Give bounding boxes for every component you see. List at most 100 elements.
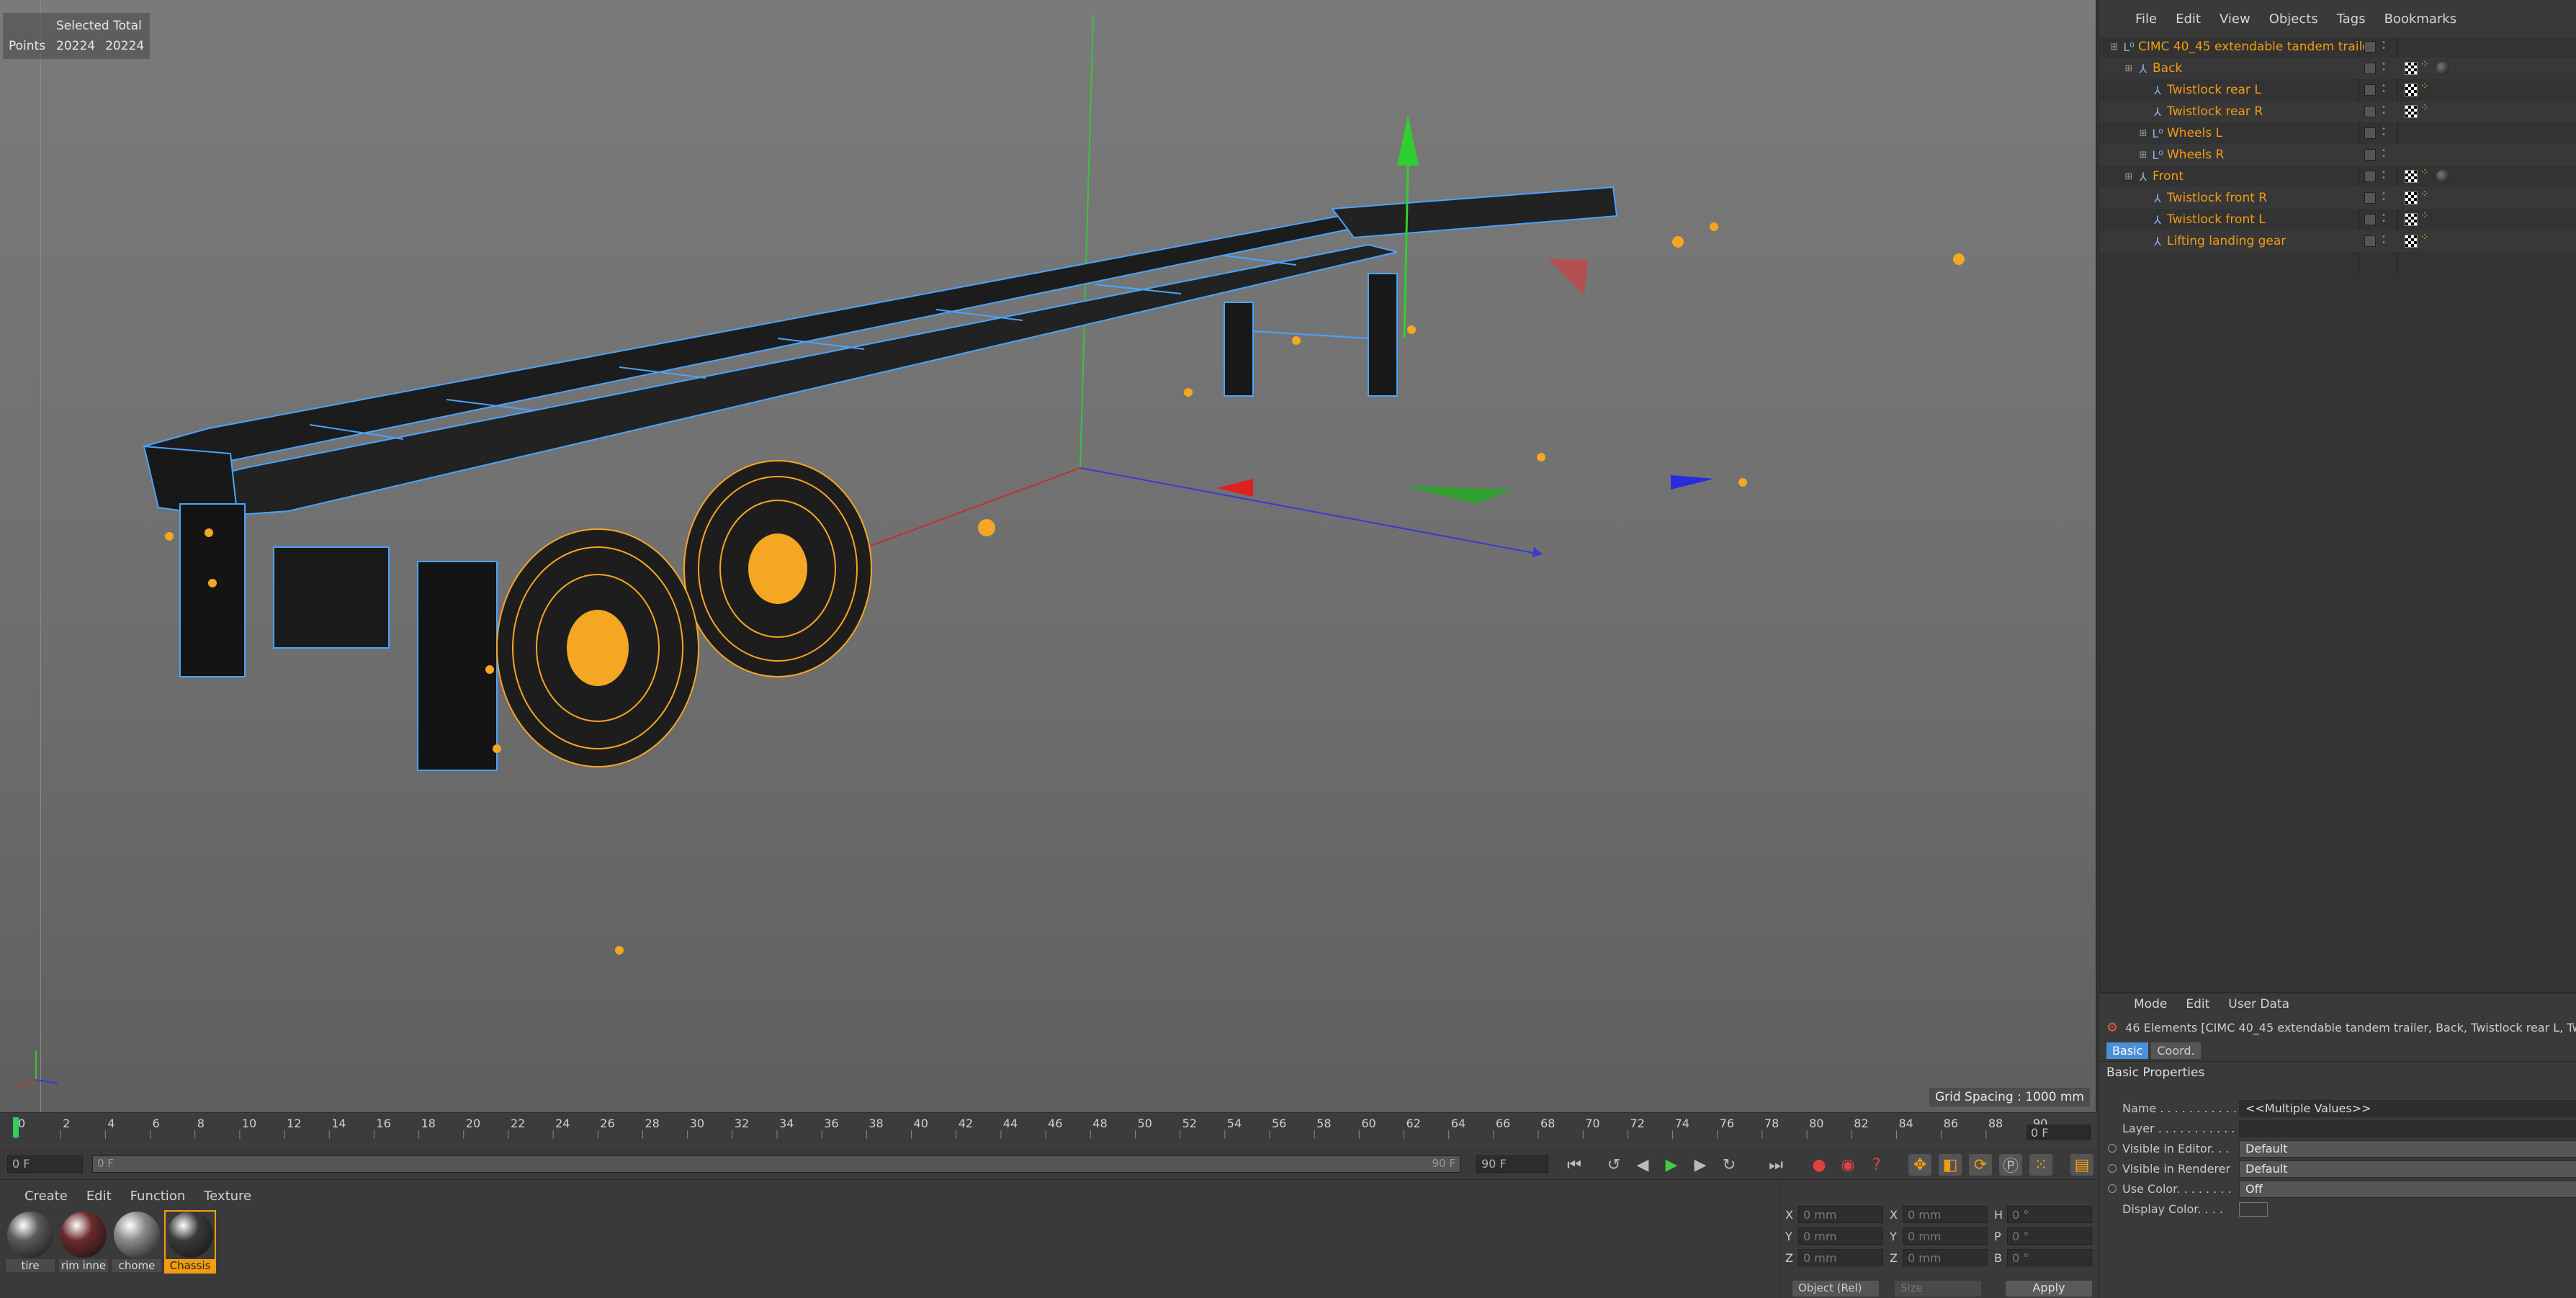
animate-radio[interactable] [2108,1184,2117,1193]
material-swatch[interactable]: Chassis [164,1210,216,1274]
expand-toggle-icon[interactable]: ⊞ [2122,170,2135,183]
texture-tag-icon[interactable] [2405,62,2418,75]
texture-tag-icon[interactable] [2405,213,2418,226]
coordinate-field[interactable]: 0 ° [2007,1227,2092,1245]
coordinate-size-dropdown[interactable]: Size [1895,1281,1981,1297]
parameter-key-icon[interactable]: Ⓟ [1999,1154,2022,1176]
prev-frame-icon[interactable]: ◀ [1631,1154,1654,1176]
coordinate-field[interactable]: 0 mm [1798,1227,1883,1245]
tab-coord[interactable]: Coord. [2151,1042,2201,1059]
next-frame-icon[interactable]: ▶ [1689,1154,1712,1176]
object-row[interactable]: ⊞ L⁰ CIMC 40_45 extendable tandem trailer •… [2099,36,2576,58]
coordinate-field[interactable]: 0 ° [2007,1206,2092,1223]
expand-toggle-icon[interactable] [2137,191,2150,204]
visibility-dots-icon[interactable]: • • [2382,234,2386,247]
timeline-ruler[interactable]: 0 2 4 6 8 10 12 14 16 18 20 22 24 26 28 30 32 34 36 38 40 42 4… [0,1113,2097,1139]
go-to-start-icon[interactable]: ⏮ [1563,1154,1586,1176]
menu-bookmarks[interactable]: Bookmarks [2384,12,2457,27]
layer-box-icon[interactable] [2364,41,2376,53]
object-row[interactable]: ⊞ L⁰ Wheels R • • [2099,144,2576,166]
material-tag-icon[interactable] [2436,62,2449,75]
phong-tag-icon[interactable]: ⁘ [2420,102,2433,115]
object-row[interactable]: ⊞ ⅄ Front • • ⁘ [2099,166,2576,187]
menu-objects[interactable]: Objects [2269,12,2318,27]
phong-tag-icon[interactable]: ⁘ [2420,232,2433,245]
phong-tag-icon[interactable]: ⁘ [2420,189,2433,202]
keyframe-selection-icon[interactable]: ? [1865,1154,1888,1176]
expand-toggle-icon[interactable] [2137,213,2150,226]
tab-basic[interactable]: Basic [2106,1042,2149,1059]
expand-toggle-icon[interactable]: ⊞ [2108,40,2121,53]
material-swatch[interactable]: chome [112,1212,161,1272]
frame-range-slider[interactable]: 0 F 90 F [92,1155,1460,1173]
phong-tag-icon[interactable]: ⁘ [2420,59,2433,72]
visibility-dots-icon[interactable]: • • [2382,104,2386,117]
layer-field[interactable] [2239,1120,2576,1137]
prev-key-icon[interactable]: ↺ [1602,1154,1625,1176]
scene-canvas[interactable] [0,0,2097,1112]
object-row[interactable]: ⅄ Twistlock rear L • • ⁘ [2099,79,2576,101]
expand-toggle-icon[interactable]: ⊞ [2137,148,2150,161]
object-row[interactable]: ⅄ Lifting landing gear • • ⁘ [2099,230,2576,252]
expand-toggle-icon[interactable] [2137,235,2150,248]
object-row[interactable]: ⊞ ⅄ Back • • ⁘ [2099,58,2576,79]
visible-in-editor-dropdown[interactable]: Default [2239,1140,2576,1158]
visible-in-renderer-dropdown[interactable]: Default [2239,1160,2576,1178]
object-row[interactable]: ⅄ Twistlock rear R • • ⁘ [2099,101,2576,122]
visibility-dots-icon[interactable]: • • [2382,40,2386,53]
timeline-window-icon[interactable]: ▤ [2070,1154,2093,1176]
menu-edit[interactable]: Edit [86,1189,112,1204]
visibility-dots-icon[interactable]: • • [2382,212,2386,225]
layer-box-icon[interactable] [2364,235,2376,247]
layer-box-icon[interactable] [2364,192,2376,204]
visibility-dots-icon[interactable]: • • [2382,83,2386,96]
phong-tag-icon[interactable]: ⁘ [2420,167,2433,180]
move-key-icon[interactable]: ✥ [1908,1154,1931,1176]
texture-tag-icon[interactable] [2405,235,2418,248]
texture-tag-icon[interactable] [2405,191,2418,204]
layer-box-icon[interactable] [2364,84,2376,96]
coordinate-field[interactable]: 0 ° [2007,1249,2092,1266]
phong-tag-icon[interactable]: ⁘ [2420,81,2433,94]
start-frame-field[interactable]: 0 F [7,1155,83,1173]
coordinate-field[interactable]: 0 mm [1798,1249,1883,1266]
timeline[interactable]: 0 2 4 6 8 10 12 14 16 18 20 22 24 26 28 30 32 34 36 38 40 42 4… [0,1112,2097,1150]
expand-toggle-icon[interactable] [2137,105,2150,118]
apply-button[interactable]: Apply [2006,1281,2092,1297]
phong-tag-icon[interactable]: ⁘ [2420,210,2433,223]
menu-mode[interactable]: Mode [2134,997,2167,1011]
end-frame-field[interactable]: 90 F [1476,1155,1548,1173]
coordinate-field[interactable]: 0 mm [1903,1249,1988,1266]
texture-tag-icon[interactable] [2405,105,2418,118]
expand-toggle-icon[interactable] [2137,84,2150,96]
autokey-icon[interactable]: ◉ [1836,1154,1859,1176]
scale-key-icon[interactable]: ◧ [1939,1154,1962,1176]
visibility-dots-icon[interactable]: • • [2382,61,2386,74]
coordinate-field[interactable]: 0 mm [1903,1206,1988,1223]
visibility-dots-icon[interactable]: • • [2382,169,2386,182]
viewport-perspective[interactable]: Selected Total Points 20224 20224 Grid S… [0,0,2097,1112]
texture-tag-icon[interactable] [2405,84,2418,96]
visibility-dots-icon[interactable]: • • [2382,126,2386,139]
menu-tags[interactable]: Tags [2337,12,2366,27]
menu-create[interactable]: Create [24,1189,68,1204]
menu-file[interactable]: File [2135,12,2157,27]
layer-box-icon[interactable] [2364,127,2376,139]
animate-radio[interactable] [2108,1164,2117,1173]
expand-toggle-icon[interactable]: ⊞ [2122,62,2135,75]
material-swatch[interactable]: rim inne [59,1212,108,1272]
object-row[interactable]: ⅄ Twistlock front R • • ⁘ [2099,187,2576,209]
display-color-swatch[interactable] [2239,1202,2268,1217]
coordinate-field[interactable]: 0 mm [1798,1206,1883,1223]
expand-toggle-icon[interactable]: ⊞ [2137,127,2150,140]
layer-box-icon[interactable] [2364,149,2376,161]
material-swatch[interactable]: tire [6,1212,55,1272]
coordinate-field[interactable]: 0 mm [1903,1227,1988,1245]
menu-user-data[interactable]: User Data [2228,997,2289,1011]
object-row[interactable]: ⊞ L⁰ Wheels L • • [2099,122,2576,144]
name-field[interactable]: <<Multiple Values>> [2239,1100,2576,1117]
animate-radio[interactable] [2108,1144,2117,1153]
play-icon[interactable]: ▶ [1660,1154,1683,1176]
menu-view[interactable]: View [2220,12,2250,27]
layer-box-icon[interactable] [2364,171,2376,182]
